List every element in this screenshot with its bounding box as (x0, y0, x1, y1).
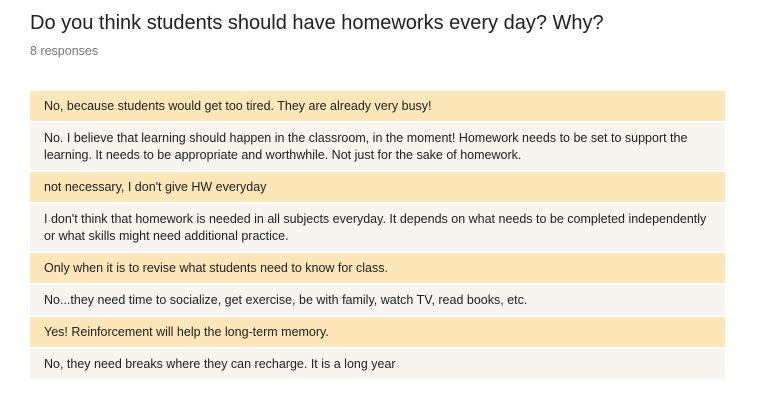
response-item: No. I believe that learning should happe… (30, 123, 725, 170)
response-item: Only when it is to revise what students … (30, 253, 725, 283)
response-count: 8 responses (30, 44, 99, 58)
response-item: No, they need breaks where they can rech… (30, 349, 725, 379)
response-item: No...they need time to socialize, get ex… (30, 285, 725, 315)
response-item: No, because students would get too tired… (30, 91, 725, 121)
response-list: No, because students would get too tired… (30, 91, 725, 381)
question-title: Do you think students should have homewo… (30, 12, 604, 34)
response-item: not necessary, I don't give HW everyday (30, 172, 725, 202)
response-item: Yes! Reinforcement will help the long-te… (30, 317, 725, 347)
response-item: I don't think that homework is needed in… (30, 204, 725, 251)
